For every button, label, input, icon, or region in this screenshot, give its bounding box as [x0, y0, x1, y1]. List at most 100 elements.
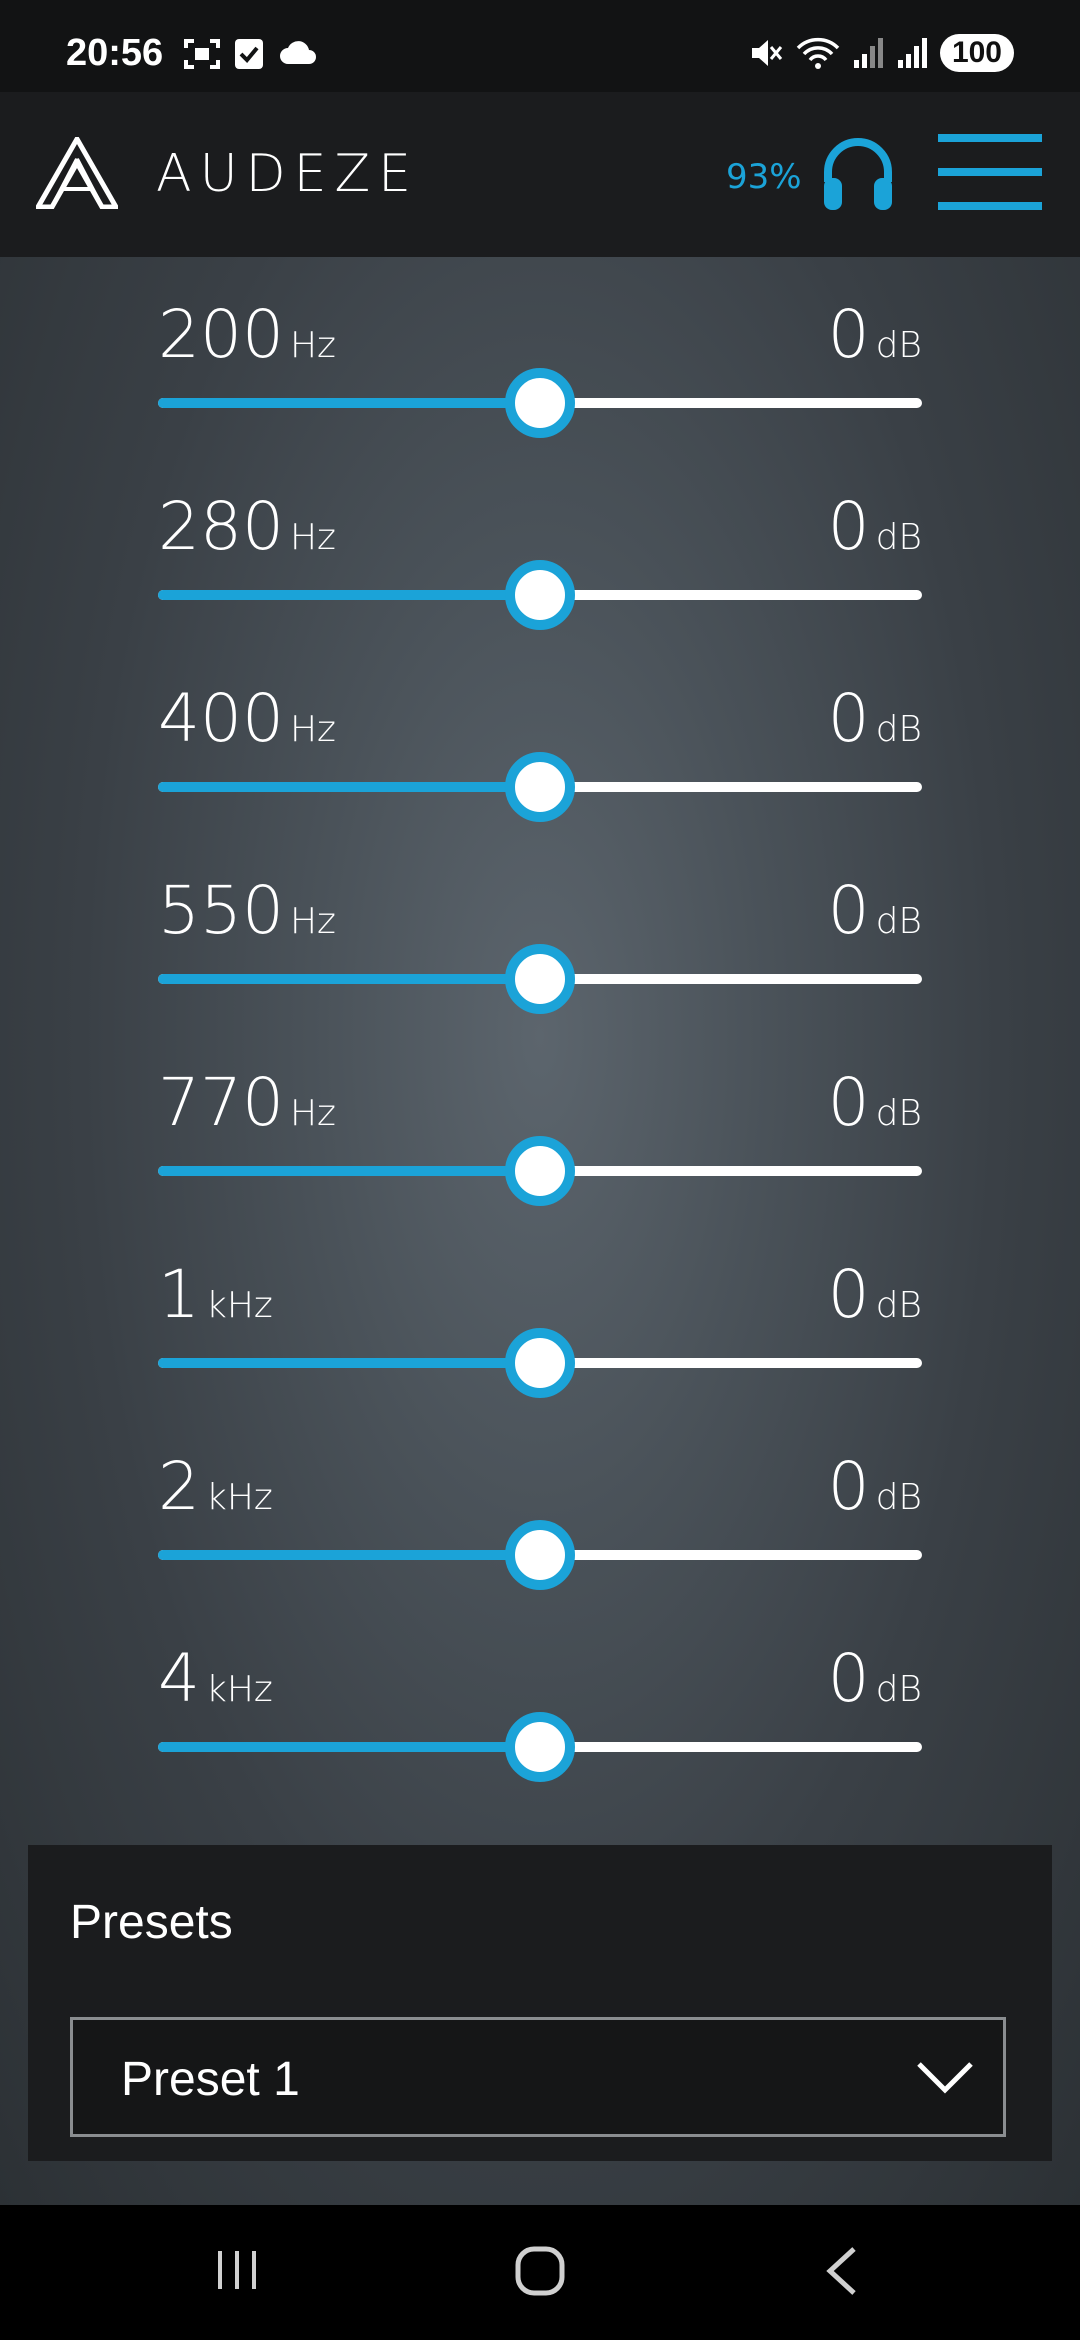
band-frequency-value: 4: [158, 1640, 200, 1717]
eq-slider-track[interactable]: [158, 368, 922, 438]
eq-slider-fill: [158, 1358, 540, 1368]
eq-slider-thumb[interactable]: [505, 1328, 575, 1398]
eq-slider-fill: [158, 398, 540, 408]
band-frequency: 200 Hz: [158, 302, 336, 368]
eq-band: 2 kHz 0 dB: [158, 1454, 922, 1624]
band-frequency-unit: Hz: [289, 517, 336, 558]
eq-slider-fill: [158, 1166, 540, 1176]
eq-slider-track[interactable]: [158, 944, 922, 1014]
eq-band: 1 kHz 0 dB: [158, 1262, 922, 1432]
band-gain-value: 0: [827, 296, 870, 373]
band-gain: 0 dB: [828, 1454, 922, 1520]
band-frequency-value: 770: [158, 1064, 284, 1141]
band-frequency: 2 kHz: [158, 1454, 273, 1520]
status-right-icons: 100: [748, 34, 1014, 72]
band-gain-unit: dB: [875, 1093, 922, 1134]
band-gain-unit: dB: [875, 325, 922, 366]
eq-slider-fill: [158, 1550, 540, 1560]
band-frequency: 1 kHz: [158, 1262, 273, 1328]
band-frequency-value: 550: [158, 872, 284, 949]
band-gain-unit: dB: [875, 1285, 922, 1326]
band-gain-value: 0: [827, 680, 870, 757]
band-frequency-unit: kHz: [206, 1669, 273, 1710]
eq-band: 550 Hz 0 dB: [158, 878, 922, 1048]
eq-slider-thumb[interactable]: [505, 944, 575, 1014]
eq-slider-thumb[interactable]: [505, 752, 575, 822]
headphone-icon[interactable]: [820, 134, 896, 214]
band-gain-value: 0: [827, 1640, 870, 1717]
wifi-icon: [796, 37, 840, 69]
band-gain-value: 0: [827, 1064, 870, 1141]
band-gain: 0 dB: [828, 1070, 922, 1136]
band-frequency-value: 280: [158, 488, 284, 565]
screenshot-icon: [184, 39, 220, 69]
signal-icon: [853, 38, 883, 68]
band-frequency-value: 400: [158, 680, 284, 757]
eq-slider-thumb[interactable]: [505, 1136, 575, 1206]
band-frequency-unit: Hz: [289, 325, 336, 366]
eq-slider-fill: [158, 1742, 540, 1752]
band-frequency: 770 Hz: [158, 1070, 336, 1136]
eq-slider-thumb[interactable]: [505, 560, 575, 630]
band-frequency-value: 2: [158, 1448, 200, 1525]
eq-slider-track[interactable]: [158, 1136, 922, 1206]
band-gain-unit: dB: [875, 1477, 922, 1518]
eq-slider-fill: [158, 782, 540, 792]
home-icon[interactable]: [514, 2245, 566, 2297]
navigation-bar: [0, 2205, 1080, 2340]
eq-band: 280 Hz 0 dB: [158, 494, 922, 664]
presets-panel: Presets Preset 1: [28, 1845, 1052, 2161]
band-gain: 0 dB: [828, 302, 922, 368]
brand-name: AUDEZE: [156, 144, 420, 204]
band-frequency: 4 kHz: [158, 1646, 273, 1712]
check-icon: [235, 39, 263, 69]
band-frequency: 280 Hz: [158, 494, 336, 560]
presets-title: Presets: [70, 1896, 233, 1949]
band-frequency: 550 Hz: [158, 878, 336, 944]
back-icon[interactable]: [822, 2245, 862, 2297]
status-left-icons: [184, 38, 318, 70]
band-gain: 0 dB: [828, 686, 922, 752]
band-frequency: 400 Hz: [158, 686, 336, 752]
eq-band: 400 Hz 0 dB: [158, 686, 922, 856]
app-header: AUDEZE 93%: [0, 92, 1080, 257]
eq-slider-thumb[interactable]: [505, 1520, 575, 1590]
cloud-icon: [280, 41, 316, 64]
band-gain-unit: dB: [875, 901, 922, 942]
preset-dropdown[interactable]: Preset 1: [70, 2017, 1006, 2137]
menu-bar-line: [938, 202, 1042, 210]
band-gain: 0 dB: [828, 494, 922, 560]
eq-slider-track[interactable]: [158, 1712, 922, 1782]
status-time: 20:56: [66, 32, 164, 74]
headphone-battery-percent: 93%: [726, 157, 802, 197]
menu-button[interactable]: [938, 134, 1042, 210]
band-frequency-unit: Hz: [289, 901, 336, 942]
eq-slider-track[interactable]: [158, 1328, 922, 1398]
eq-band: 4 kHz 0 dB: [158, 1646, 922, 1816]
eq-band: 200 Hz 0 dB: [158, 302, 922, 472]
eq-slider-track[interactable]: [158, 752, 922, 822]
status-bar: 20:56 100: [0, 0, 1080, 92]
band-frequency-value: 200: [158, 296, 284, 373]
band-gain: 0 dB: [828, 1262, 922, 1328]
menu-bar-line: [938, 168, 1042, 176]
eq-slider-track[interactable]: [158, 560, 922, 630]
band-gain-unit: dB: [875, 709, 922, 750]
audeze-logo-icon: [36, 137, 118, 209]
band-frequency-unit: Hz: [289, 1093, 336, 1134]
band-frequency-unit: kHz: [206, 1285, 273, 1326]
battery-indicator: 100: [939, 34, 1014, 72]
eq-slider-track[interactable]: [158, 1520, 922, 1590]
band-gain: 0 dB: [828, 1646, 922, 1712]
band-gain-value: 0: [827, 488, 870, 565]
menu-bar-line: [938, 134, 1042, 142]
recents-icon[interactable]: [212, 2245, 262, 2295]
band-gain-value: 0: [827, 872, 870, 949]
preset-selected-value: Preset 1: [121, 2053, 300, 2106]
eq-slider-thumb[interactable]: [505, 1712, 575, 1782]
eq-slider-fill: [158, 974, 540, 984]
mute-icon: [751, 40, 783, 66]
band-gain-unit: dB: [875, 1669, 922, 1710]
eq-slider-thumb[interactable]: [505, 368, 575, 438]
eq-slider-fill: [158, 590, 540, 600]
